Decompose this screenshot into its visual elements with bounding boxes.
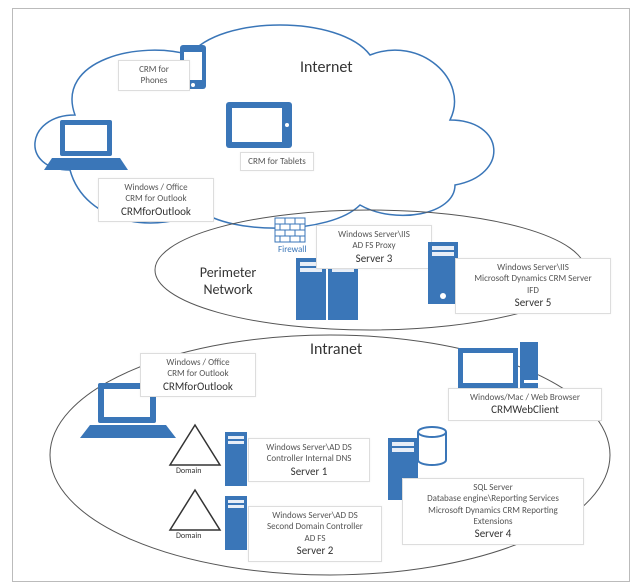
server4-l4: Extensions xyxy=(409,516,577,527)
server4-l1: SQL Server xyxy=(409,482,577,493)
diagram-stage: Internet CRM for Phones CRM for Tablets … xyxy=(0,0,640,588)
server4-l3: Microsoft Dynamics CRM Reporting xyxy=(409,505,577,516)
server4-l2: Database engine\Reporting Services xyxy=(409,493,577,504)
server4-title: Server 4 xyxy=(409,527,577,541)
server4-box: SQL Server Database engine\Reporting Ser… xyxy=(402,478,584,545)
